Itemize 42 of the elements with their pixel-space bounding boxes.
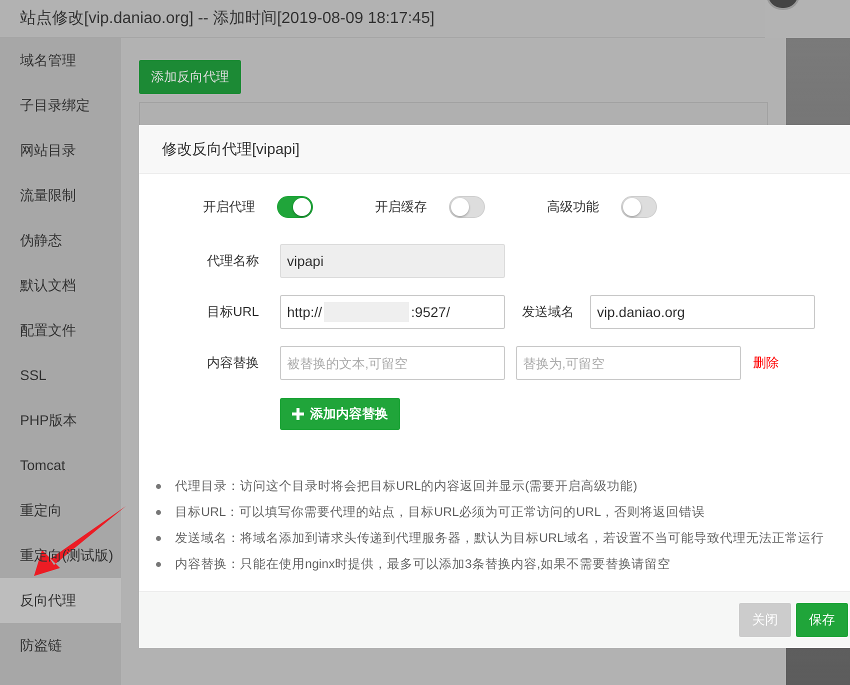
save-button[interactable]: 保存 <box>796 603 848 637</box>
bullet-icon <box>156 484 161 488</box>
sidebar-item[interactable]: 网站目录 <box>0 128 121 173</box>
domain-input-field[interactable]: vip.daniao.org <box>590 295 815 329</box>
add-proxy-button[interactable]: 添加反向代理 <box>139 60 241 94</box>
note-text: 目标URL：可以填写你需要代理的站点，目标URL必须为可正常访问的URL，否则将返回错误 <box>175 504 706 520</box>
sidebar-item[interactable]: 域名管理 <box>0 38 121 83</box>
replace-to-input-field[interactable]: 替换为,可留空 <box>516 346 741 380</box>
note-text: 代理目录：访问这个目录时将会把目标URL的内容返回并显示(需要开启高级功能) <box>175 478 638 494</box>
sidebar-item[interactable]: 反向代理 <box>0 578 121 623</box>
note-text: 内容替换：只能在使用nginx时提供，最多可以添加3条替换内容,如果不需要替换请留空 <box>175 556 670 572</box>
field-label: 代理名称 <box>206 252 259 270</box>
modal-title: 修改反向代理[vipapi] <box>162 140 300 158</box>
field-label: 内容替换 <box>206 354 259 372</box>
toggle-label: 高级功能 <box>547 198 599 216</box>
toggle-switch[interactable] <box>449 196 485 218</box>
plus-icon <box>292 408 304 420</box>
field-label: 发送域名 <box>522 303 574 321</box>
sidebar-item[interactable]: 重定向 <box>0 488 121 533</box>
add-replace-button[interactable]: 添加内容替换 <box>280 398 400 430</box>
replace-from-input-field[interactable]: 被替换的文本,可留空 <box>280 346 505 380</box>
toggle-switch[interactable] <box>621 196 657 218</box>
sidebar-item[interactable]: SSL <box>0 353 121 398</box>
note-text: 发送域名：将域名添加到请求头传递到代理服务器，默认为目标URL域名，若设置不当可能导致代理无法正常运行 <box>175 530 824 546</box>
sidebar-item[interactable]: PHP版本 <box>0 398 121 443</box>
sidebar-item[interactable]: 伪静态 <box>0 218 121 263</box>
delete-link[interactable]: 删除 <box>753 354 779 372</box>
sidebar-item[interactable]: 配置文件 <box>0 308 121 353</box>
toggle-switch[interactable] <box>277 196 313 218</box>
bullet-icon <box>156 562 161 566</box>
sidebar-item[interactable]: Tomcat <box>0 443 121 488</box>
sidebar-item[interactable]: 子目录绑定 <box>0 83 121 128</box>
bullet-icon <box>156 536 161 540</box>
field-label: 目标URL <box>206 303 259 321</box>
toggle-label: 开启缓存 <box>375 198 427 216</box>
url-input-field[interactable]: http:// :9527/ <box>280 295 505 329</box>
sidebar-item[interactable]: 默认文档 <box>0 263 121 308</box>
sidebar-item[interactable]: 防盗链 <box>0 623 121 668</box>
sidebar-item[interactable]: 流量限制 <box>0 173 121 218</box>
toggle-label: 开启代理 <box>203 198 255 216</box>
window-title: 站点修改[vip.daniao.org] -- 添加时间[2019-08-09 18:17:45] <box>20 8 434 29</box>
bullet-icon <box>156 510 161 514</box>
